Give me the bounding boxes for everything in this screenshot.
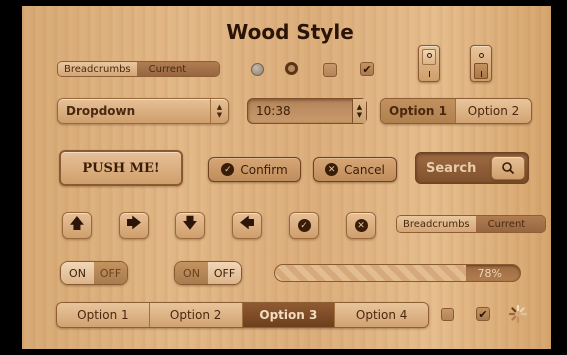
close-button[interactable]: ✕	[346, 212, 376, 239]
breadcrumb: Breadcrumbs Current	[57, 61, 220, 77]
arrow-right-icon: 🡆	[126, 214, 142, 232]
confirm-label: Confirm	[240, 162, 288, 177]
segmented-option[interactable]: Option 3	[242, 303, 336, 327]
cancel-label: Cancel	[344, 162, 385, 177]
toggle-on-label: ON	[175, 262, 208, 284]
search-placeholder: Search	[426, 160, 477, 176]
page-title: Wood Style	[226, 20, 354, 44]
arrow-up-button[interactable]: 🡅	[62, 212, 92, 239]
circle-mark-icon	[427, 53, 432, 58]
breadcrumb: Breadcrumbs Current	[396, 215, 546, 233]
arrow-up-icon: 🡅	[69, 214, 85, 232]
arrow-left-button[interactable]: 🡄	[232, 212, 262, 239]
arrow-right-button[interactable]: 🡆	[119, 212, 149, 239]
stepper-arrows-icon[interactable]: ▲ ▼	[352, 99, 366, 123]
line-mark-icon	[481, 71, 482, 77]
breadcrumb-current[interactable]: Current	[136, 62, 219, 76]
breadcrumb-item[interactable]: Breadcrumbs	[58, 62, 137, 76]
chevron-updown-icon: ▲ ▼	[210, 99, 228, 123]
push-me-button[interactable]: PUSH ME!	[59, 150, 183, 186]
radio-checked[interactable]	[285, 62, 298, 75]
breadcrumb-item[interactable]: Breadcrumbs	[397, 216, 476, 232]
search-input[interactable]: Search	[415, 152, 529, 184]
check-icon: ✓	[297, 219, 311, 232]
search-icon	[502, 162, 515, 175]
arrow-down-button[interactable]: 🡇	[175, 212, 205, 239]
circle-mark-icon	[479, 53, 484, 58]
check-button[interactable]: ✓	[289, 212, 319, 239]
on-off-toggle-off[interactable]: ON OFF	[174, 261, 242, 285]
confirm-button[interactable]: ✓ Confirm	[208, 157, 301, 182]
check-icon: ✔	[362, 62, 372, 76]
progress-bar: 78%	[274, 264, 521, 282]
toggle-off-label: OFF	[94, 262, 127, 284]
search-button[interactable]	[491, 156, 525, 180]
toggle-option-1[interactable]: Option 1	[381, 99, 456, 123]
segmented-option[interactable]: Option 2	[149, 303, 243, 327]
arrow-left-icon: 🡄	[239, 214, 255, 232]
time-stepper[interactable]: 10:38 ▲ ▼	[247, 98, 367, 124]
rocker-switch-on[interactable]	[470, 45, 492, 82]
option-toggle: Option 1 Option 2	[380, 98, 532, 124]
breadcrumb-current[interactable]: Current	[475, 216, 545, 232]
checkbox-checked[interactable]: ✔	[476, 307, 490, 321]
segmented-control: Option 1 Option 2 Option 3 Option 4	[56, 302, 429, 328]
cancel-button[interactable]: ✕ Cancel	[313, 157, 397, 182]
dropdown-value: Dropdown	[66, 104, 136, 118]
rocker-switch-off[interactable]	[418, 45, 440, 82]
loading-spinner-icon	[508, 304, 528, 324]
dropdown-select[interactable]: Dropdown ▲ ▼	[57, 98, 229, 124]
on-off-toggle-on[interactable]: ON OFF	[60, 261, 128, 285]
toggle-off-label: OFF	[208, 262, 241, 284]
time-value: 10:38	[256, 104, 291, 118]
toggle-option-2[interactable]: Option 2	[456, 99, 531, 123]
wood-ui-kit-canvas: Wood Style Breadcrumbs Current ✔ Dropdow…	[22, 6, 551, 349]
checkbox-checked[interactable]: ✔	[360, 62, 374, 76]
segmented-option[interactable]: Option 4	[335, 303, 428, 327]
line-mark-icon	[429, 71, 430, 77]
check-icon: ✔	[478, 307, 488, 321]
progress-fill	[275, 265, 467, 281]
check-circle-icon: ✓	[221, 163, 235, 176]
progress-label: 78%	[477, 267, 502, 280]
arrow-down-icon: 🡇	[182, 214, 198, 232]
close-circle-icon: ✕	[325, 163, 339, 176]
toggle-on-label: ON	[61, 262, 94, 284]
checkbox-unchecked[interactable]	[323, 63, 337, 77]
radio-unchecked[interactable]	[251, 63, 264, 76]
checkbox-unchecked[interactable]	[441, 308, 454, 321]
segmented-option[interactable]: Option 1	[57, 303, 150, 327]
close-icon: ✕	[354, 219, 368, 232]
